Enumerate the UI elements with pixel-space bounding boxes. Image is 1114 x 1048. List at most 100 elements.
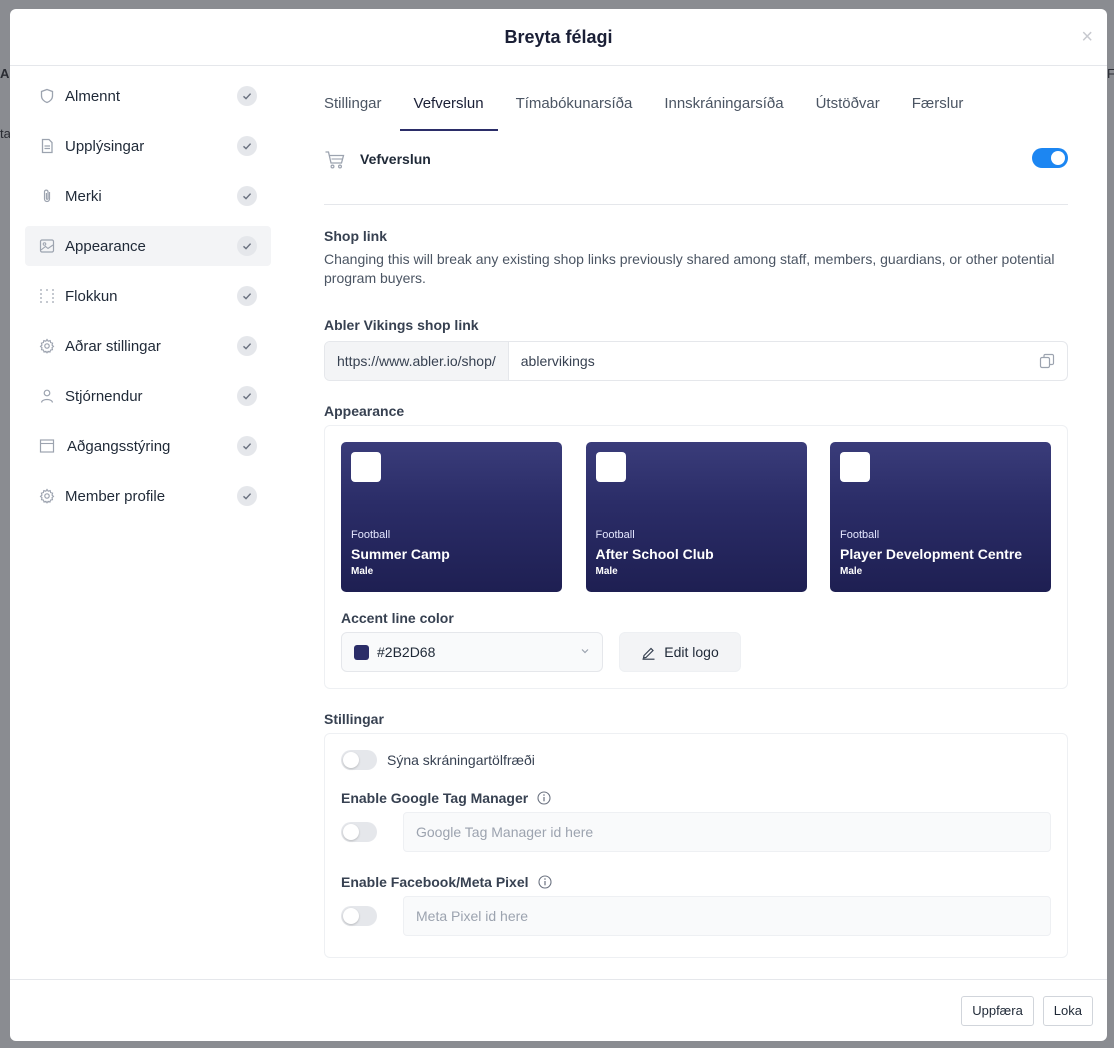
card-name: After School Club [595, 546, 714, 562]
cart-icon [324, 149, 346, 171]
preview-card: Football Player Development Centre Male [830, 442, 1051, 592]
sidebar-item-almennt[interactable]: Almennt [25, 76, 271, 116]
shop-link-section: Shop link Changing this will break any e… [324, 228, 1068, 381]
card-logo [595, 452, 626, 482]
check-icon [237, 236, 257, 256]
webshop-title: Vefverslun [360, 151, 431, 167]
check-icon [237, 186, 257, 206]
accent-color-label: Accent line color [341, 610, 454, 626]
main-content: Stillingar Vefverslun Tímabókunarsíða In… [324, 76, 1068, 958]
chevron-down-icon [580, 643, 590, 661]
sidebar-item-stjornendur[interactable]: Stjórnendur [25, 376, 271, 416]
close-icon[interactable]: × [1081, 27, 1093, 47]
check-icon [237, 336, 257, 356]
tab-utstodvar[interactable]: Útstöðvar [816, 76, 880, 131]
sidebar-item-label: Stjórnendur [65, 387, 143, 405]
card-logo [351, 452, 381, 482]
appearance-title: Appearance [324, 403, 405, 419]
check-icon [237, 286, 257, 306]
fb-label-row: Enable Facebook/Meta Pixel [341, 874, 1051, 890]
gtm-label: Enable Google Tag Manager [341, 790, 529, 806]
sidebar-item-label: Merki [65, 187, 102, 205]
fb-pixel-toggle[interactable] [341, 906, 377, 926]
shop-link-prefix: https://www.abler.io/shop/ [325, 342, 509, 380]
gear-icon [39, 338, 55, 354]
sidebar-item-adrar-stillingar[interactable]: Aðrar stillingar [25, 326, 271, 366]
shop-link-title: Shop link [324, 228, 387, 244]
fb-pixel-label: Enable Facebook/Meta Pixel [341, 874, 529, 890]
tab-innskraningarsida[interactable]: Innskráningarsíða [664, 76, 783, 131]
show-stats-label: Sýna skráningartölfræði [387, 752, 535, 768]
gtm-row: Google Tag Manager id here [341, 812, 1051, 852]
card-sport: Football [351, 529, 391, 541]
sidebar: Almennt Upplýsingar Merki Appearance Flo… [25, 76, 271, 526]
sidebar-item-label: Almennt [65, 87, 121, 105]
preview-card: Football Summer Camp Male [341, 442, 562, 592]
sidebar-item-label: Appearance [65, 237, 146, 255]
archive-icon [39, 438, 55, 454]
check-icon [237, 436, 257, 456]
sidebar-item-appearance[interactable]: Appearance [25, 226, 271, 266]
user-icon [39, 388, 55, 404]
check-icon [237, 86, 257, 106]
settings-title: Stillingar [324, 711, 384, 727]
sidebar-item-member-profile[interactable]: Member profile [25, 476, 271, 516]
sidebar-item-upplysingar[interactable]: Upplýsingar [25, 126, 271, 166]
accent-color-value: #2B2D68 [377, 644, 436, 660]
info-icon[interactable] [537, 791, 551, 805]
settings-panel: Sýna skráningartölfræði Enable Google Ta… [324, 733, 1068, 958]
sidebar-item-adgangsstyring[interactable]: Aðgangsstýring [25, 426, 271, 466]
background-text-fragment: Fo [1107, 66, 1114, 81]
show-stats-row: Sýna skráningartölfræði [341, 750, 1051, 770]
gear-icon [39, 488, 55, 504]
shop-link-field-label: Abler Vikings shop link [324, 317, 479, 333]
sidebar-item-merki[interactable]: Merki [25, 176, 271, 216]
check-icon [237, 386, 257, 406]
sidebar-item-label: Member profile [65, 487, 166, 505]
accent-row: #2B2D68 Edit logo [341, 632, 1051, 672]
show-stats-toggle[interactable] [341, 750, 377, 770]
check-icon [237, 136, 257, 156]
grid-icon [39, 288, 55, 304]
gtm-toggle[interactable] [341, 822, 377, 842]
tab-faerslur[interactable]: Færslur [912, 76, 964, 131]
modal-header: Breyta félagi × [10, 9, 1107, 66]
sidebar-item-label: Aðgangsstýring [67, 437, 171, 455]
card-sport: Football [840, 529, 880, 541]
webshop-toggle-row: Vefverslun [324, 148, 1068, 205]
edit-club-modal: Breyta félagi × Almennt Upplýsingar Merk… [10, 9, 1107, 1041]
preview-cards: Football Summer Camp Male Football After… [341, 442, 1051, 592]
webshop-toggle[interactable] [1032, 148, 1068, 168]
card-name: Summer Camp [351, 546, 450, 562]
close-button[interactable]: Loka [1042, 995, 1093, 1026]
card-gender: Male [595, 566, 618, 577]
accent-color-select[interactable]: #2B2D68 [341, 632, 603, 672]
sidebar-item-flokkun[interactable]: Flokkun [25, 276, 271, 316]
card-sport: Football [595, 529, 635, 541]
fb-pixel-input[interactable]: Meta Pixel id here [403, 896, 1051, 936]
copy-icon[interactable] [1027, 342, 1067, 380]
edit-logo-button[interactable]: Edit logo [619, 632, 741, 672]
tab-stillingar[interactable]: Stillingar [324, 76, 382, 131]
appearance-panel: Football Summer Camp Male Football After… [324, 425, 1068, 689]
card-gender: Male [351, 566, 374, 577]
info-icon[interactable] [537, 875, 552, 889]
tab-timabokunarsida[interactable]: Tímabókunarsíða [516, 76, 633, 131]
fb-row: Meta Pixel id here [341, 896, 1051, 936]
image-icon [39, 238, 55, 254]
update-button[interactable]: Uppfæra [961, 995, 1034, 1026]
shop-link-description: Changing this will break any existing sh… [324, 251, 1055, 286]
check-icon [237, 486, 257, 506]
tab-vefverslun[interactable]: Vefverslun [399, 76, 498, 131]
sidebar-item-label: Upplýsingar [65, 137, 145, 155]
sidebar-item-label: Aðrar stillingar [65, 337, 161, 355]
tab-bar: Stillingar Vefverslun Tímabókunarsíða In… [324, 76, 1068, 131]
gtm-id-input[interactable]: Google Tag Manager id here [403, 812, 1051, 852]
modal-title: Breyta félagi [504, 26, 613, 47]
document-icon [39, 138, 55, 154]
card-logo [840, 452, 870, 482]
card-gender: Male [840, 566, 863, 577]
shop-link-input[interactable]: ablervikings [509, 342, 1027, 380]
shop-link-field: https://www.abler.io/shop/ ablervikings [324, 341, 1068, 381]
gtm-label-row: Enable Google Tag Manager [341, 790, 1051, 806]
